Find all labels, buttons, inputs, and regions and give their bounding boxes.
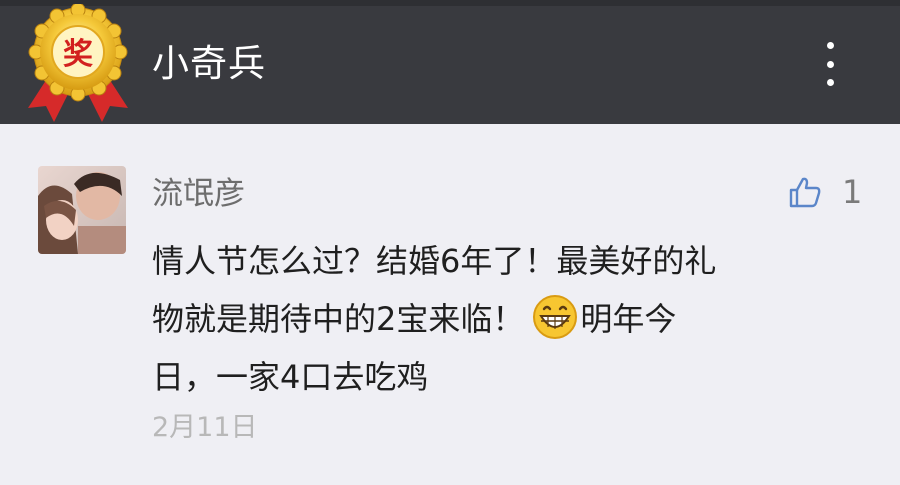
comment-text: 情人节怎么过？结婚6年了！最美好的礼 物就是期待中的2宝来临！ 明年今 日，一家…: [152, 232, 862, 406]
more-vertical-icon-dot: [826, 79, 834, 86]
avatar[interactable]: [38, 166, 126, 254]
more-vertical-icon: [826, 42, 834, 49]
comment-text-segment: 明年今: [580, 300, 677, 338]
couple-photo-avatar: [38, 166, 126, 254]
like-button[interactable]: 1: [788, 170, 862, 214]
page-title: 小奇兵: [152, 42, 266, 85]
grinning-face-emoji: [533, 295, 578, 339]
like-count: 1: [842, 173, 863, 211]
thumbs-up-icon: [789, 177, 821, 208]
comment-text-line: 日，一家4口去吃鸡: [152, 358, 429, 396]
comment-date: 2月11日: [152, 412, 258, 443]
more-vertical-icon-dot: [826, 60, 834, 68]
comment-text-line: 情人节怎么过？结婚6年了！最美好的礼: [152, 242, 717, 280]
app-header: 奖 小奇兵: [0, 0, 900, 124]
status-strip: [0, 0, 900, 6]
badge-char: 奖: [63, 37, 93, 72]
commenter-name[interactable]: 流氓彦: [152, 172, 245, 216]
award-medal-icon: 奖: [28, 4, 128, 122]
more-menu-button[interactable]: [808, 36, 852, 92]
comment-text-line: 物就是期待中的2宝来临！ 明年今: [152, 290, 862, 348]
comment-text-segment: 物就是期待中的2宝来临！: [152, 300, 525, 338]
